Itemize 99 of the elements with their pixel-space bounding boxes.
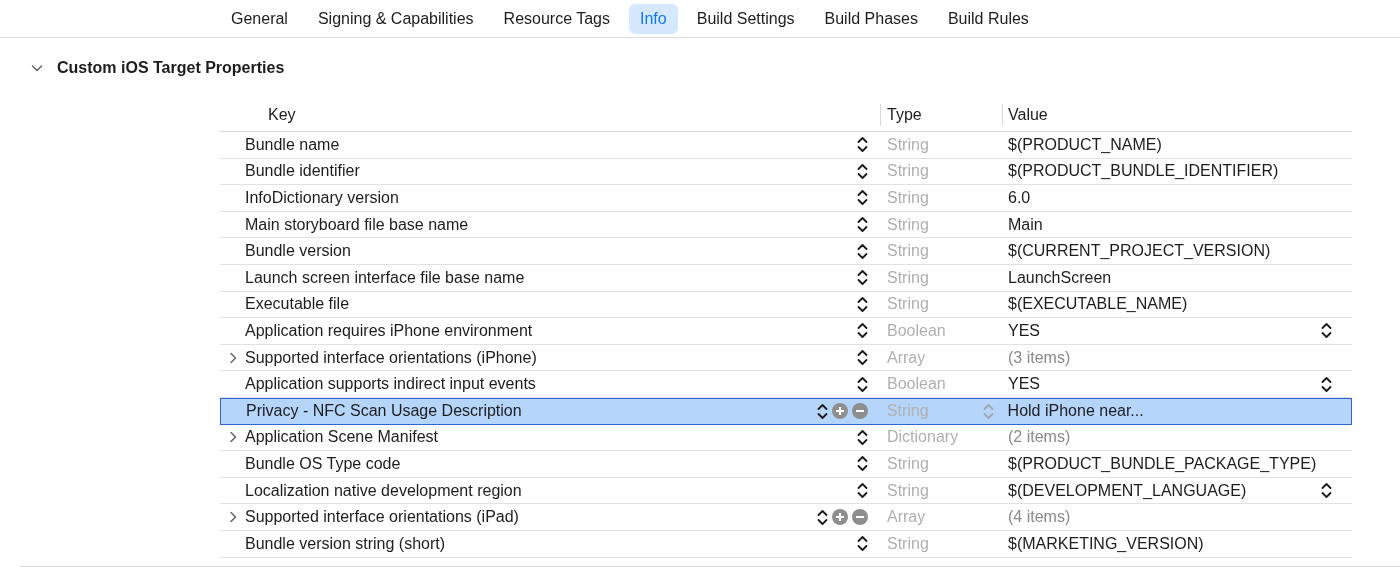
tab[interactable]: Build Phases: [813, 3, 929, 34]
popup-stepper-icon[interactable]: [1321, 375, 1332, 393]
popup-stepper-icon[interactable]: [1321, 482, 1332, 499]
value-text: $(MARKETING_VERSION): [1008, 533, 1204, 554]
key-text: Application Scene Manifest: [245, 427, 438, 448]
type-text: String: [887, 294, 929, 315]
table-row[interactable]: Application supports indirect input events Boolean YES: [220, 371, 1352, 398]
value-text: LaunchScreen: [1008, 267, 1112, 288]
stepper-icon[interactable]: [857, 295, 868, 313]
type-text: Array: [887, 507, 926, 528]
table-row[interactable]: Privacy - NFC Scan Usage Description String Hold iPhone near...: [220, 397, 1352, 425]
tab[interactable]: Build Rules: [936, 3, 1040, 34]
value-text: $(PRODUCT_NAME): [1008, 134, 1162, 155]
stepper-icon[interactable]: [857, 162, 868, 180]
stepper-icon[interactable]: [857, 428, 868, 446]
value-text: Main: [1008, 214, 1043, 235]
key-text: Executable file: [245, 294, 350, 315]
key-text: InfoDictionary version: [245, 188, 399, 208]
table-row[interactable]: Launch screen interface file base name String LaunchScreen: [220, 264, 1352, 292]
key-text: Application requires iPhone environment: [245, 320, 533, 341]
stepper-icon[interactable]: [817, 508, 828, 526]
disclosure-chevron-icon[interactable]: [228, 431, 238, 444]
remove-icon[interactable]: [852, 509, 868, 526]
tab[interactable]: Signing & Capabilities: [306, 3, 485, 34]
stepper-icon[interactable]: [857, 535, 868, 553]
popup-stepper-icon[interactable]: [1321, 322, 1332, 340]
value-text: Hold iPhone near...: [1007, 401, 1144, 422]
key-text: Privacy - NFC Scan Usage Description: [246, 401, 522, 422]
table-row[interactable]: Supported interface orientations (iPhone) Array (3 items): [220, 344, 1352, 372]
table-row[interactable]: Application Scene Manifest Dictionary (2 items): [220, 424, 1352, 452]
stepper-icon[interactable]: [857, 242, 868, 260]
type-text: String: [887, 453, 929, 474]
key-text: Bundle identifier: [245, 161, 360, 182]
disclosure-chevron-icon[interactable]: [228, 511, 238, 524]
type-text: String: [887, 134, 929, 155]
type-text: String: [887, 161, 929, 182]
key-text: Supported interface orientations (iPad): [245, 507, 519, 528]
type-text: Dictionary: [887, 427, 959, 448]
key-text: Bundle version: [245, 241, 351, 262]
type-text: Boolean: [887, 320, 946, 341]
table-row[interactable]: Main storyboard file base name String Main: [220, 211, 1352, 239]
value-text: (2 items): [1008, 427, 1071, 448]
value-text: $(EXECUTABLE_NAME): [1008, 294, 1188, 315]
stepper-icon[interactable]: [857, 269, 868, 287]
stepper-icon[interactable]: [857, 216, 868, 234]
key-text: Localization native development region: [245, 480, 522, 501]
value-text: $(CURRENT_PROJECT_VERSION): [1008, 241, 1271, 262]
type-text: String: [886, 401, 929, 422]
stepper-icon[interactable]: [857, 375, 868, 393]
column-header: Key: [268, 105, 296, 123]
type-text: String: [887, 214, 929, 235]
table-row[interactable]: InfoDictionary version String 6.0: [220, 185, 1352, 212]
key-text: Supported interface orientations (iPhone): [245, 347, 537, 368]
table-row[interactable]: Application requires iPhone environment Boolean YES: [220, 318, 1352, 345]
key-text: Bundle name: [245, 134, 340, 155]
key-text: Main storyboard file base name: [245, 214, 469, 235]
table-row[interactable]: Bundle OS Type code String $(PRODUCT_BUNDLE_PACKAGE_TYPE): [220, 451, 1352, 478]
key-text: Application supports indirect input events: [245, 374, 536, 395]
column-header: Type: [887, 104, 922, 125]
table-row[interactable]: Bundle identifier String $(PRODUCT_BUNDLE_IDENTIFIER): [220, 158, 1352, 186]
disclosure-chevron-icon[interactable]: [31, 63, 43, 73]
table-row[interactable]: Bundle name String $(PRODUCT_NAME): [220, 132, 1352, 159]
value-text: $(PRODUCT_BUNDLE_IDENTIFIER): [1008, 161, 1279, 182]
tab[interactable]: Build Settings: [685, 3, 806, 34]
section-title: Custom iOS Target Properties: [57, 58, 285, 78]
type-text: String: [887, 241, 929, 262]
key-text: Launch screen interface file base name: [245, 267, 525, 288]
value-text: (4 items): [1008, 507, 1071, 528]
value-text: YES: [1008, 374, 1040, 395]
value-text: 6.0: [1008, 188, 1031, 208]
type-text: String: [887, 188, 929, 208]
value-text: YES: [1008, 320, 1040, 341]
stepper-icon[interactable]: [816, 402, 828, 420]
table-row[interactable]: Localization native development region String $(DEVELOPMENT_LANGUAGE): [220, 477, 1352, 505]
key-text: Bundle version string (short): [245, 533, 446, 554]
value-text: $(PRODUCT_BUNDLE_PACKAGE_TYPE): [1008, 453, 1317, 474]
value-text: (3 items): [1008, 347, 1071, 368]
type-text: String: [887, 480, 929, 501]
remove-icon[interactable]: [851, 403, 868, 420]
table-row[interactable]: Supported interface orientations (iPad) Array (4 items): [220, 504, 1352, 531]
type-text: String: [887, 267, 929, 288]
stepper-icon[interactable]: [857, 136, 868, 154]
type-text: Array: [887, 347, 926, 368]
disclosure-chevron-icon[interactable]: [228, 351, 238, 364]
table-row[interactable]: Executable file String $(EXECUTABLE_NAME): [220, 291, 1352, 319]
type-text: String: [887, 533, 929, 554]
type-text: Boolean: [887, 374, 946, 395]
tab[interactable]: Resource Tags: [492, 3, 621, 34]
stepper-icon[interactable]: [857, 189, 868, 207]
key-text: Bundle OS Type code: [245, 453, 401, 474]
value-text: $(DEVELOPMENT_LANGUAGE): [1008, 480, 1247, 501]
stepper-icon[interactable]: [857, 482, 868, 499]
stepper-icon[interactable]: [857, 455, 868, 473]
stepper-icon[interactable]: [857, 349, 868, 367]
stepper-icon[interactable]: [857, 322, 868, 340]
table-row[interactable]: Bundle version String $(CURRENT_PROJECT_VERSION): [220, 238, 1352, 265]
table-row[interactable]: Bundle version string (short) String $(MARKETING_VERSION): [220, 530, 1352, 558]
tab[interactable]: General: [220, 3, 299, 34]
column-header: Value: [1008, 104, 1048, 125]
